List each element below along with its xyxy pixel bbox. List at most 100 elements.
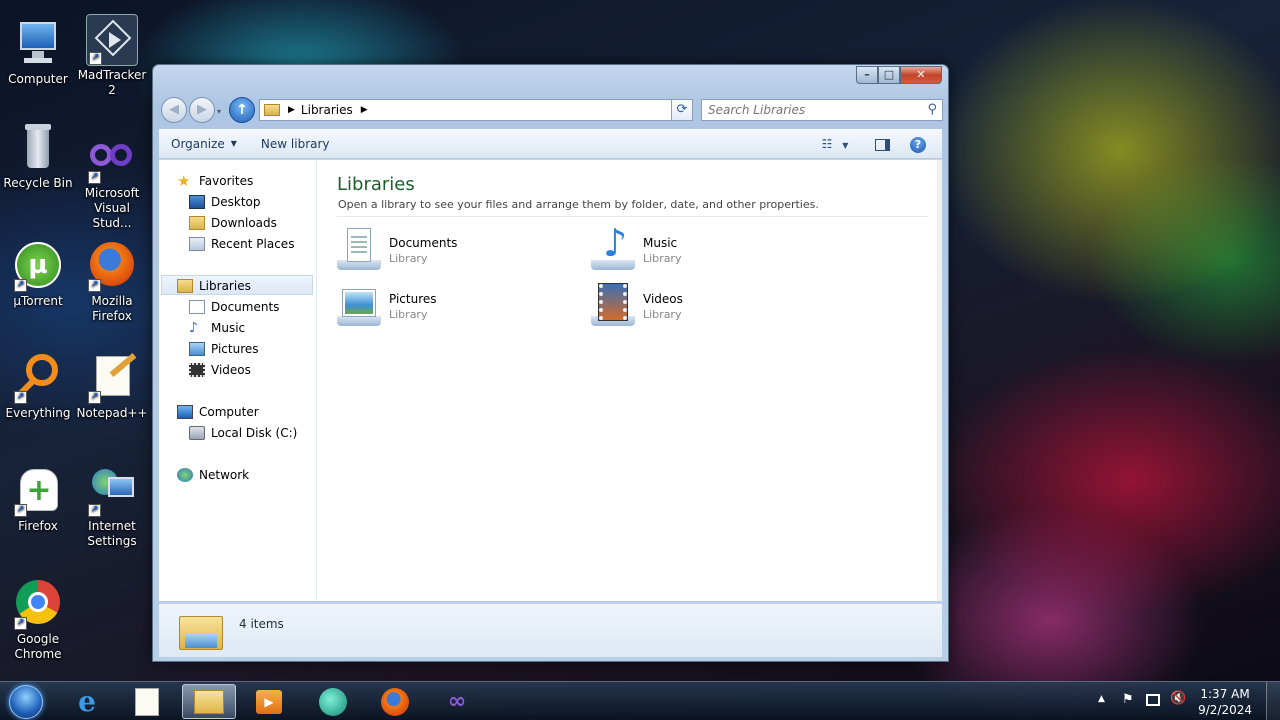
search-icon[interactable]: ⚲ bbox=[927, 102, 937, 117]
desktop-icon-madtracker[interactable]: ↗ MadTracker 2 bbox=[74, 14, 150, 104]
new-library-button[interactable]: New library bbox=[249, 129, 342, 158]
breadcrumb-separator-icon[interactable]: ▶ bbox=[361, 105, 368, 115]
close-button[interactable]: ✕ bbox=[900, 66, 942, 84]
clock-date: 9/2/2024 bbox=[1198, 703, 1252, 717]
documents-icon bbox=[189, 300, 205, 314]
address-row: ◀ ▶ ▾ ↑ ▶ Libraries ▶ ▼ ⟳ ⚲ bbox=[159, 95, 943, 127]
desktop-icon-utorrent[interactable]: µ ↗ µTorrent bbox=[0, 240, 76, 309]
computer-icon bbox=[177, 405, 193, 419]
taskbar-windows-explorer[interactable] bbox=[182, 684, 236, 719]
everything-search-icon: ↗ bbox=[12, 352, 64, 404]
shortcut-arrow-icon: ↗ bbox=[88, 279, 101, 292]
search-input[interactable] bbox=[708, 103, 908, 117]
desktop-icon-notepad-plus-plus[interactable]: ↗ Notepad++ bbox=[74, 352, 150, 421]
search-box[interactable]: ⚲ bbox=[701, 99, 943, 121]
content-pane: Libraries Open a library to see your fil… bbox=[317, 160, 942, 601]
refresh-button[interactable]: ⟳ bbox=[671, 99, 693, 121]
organize-button[interactable]: Organize ▼ bbox=[159, 129, 249, 158]
nav-item-favorites[interactable]: ★ Favorites bbox=[177, 171, 253, 191]
nav-item-documents[interactable]: Documents bbox=[189, 297, 279, 317]
shortcut-arrow-icon: ↗ bbox=[88, 504, 101, 517]
music-note-icon: ♪ bbox=[189, 320, 198, 336]
show-hidden-icons-icon[interactable]: ▲ bbox=[1098, 694, 1105, 704]
shortcut-arrow-icon: ↗ bbox=[14, 504, 27, 517]
desktop-icon-google-chrome[interactable]: ↗ Google Chrome bbox=[0, 578, 76, 662]
desktop-icon-label: µTorrent bbox=[13, 294, 63, 308]
nav-item-computer[interactable]: Computer bbox=[177, 402, 259, 422]
documents-library-icon bbox=[335, 226, 383, 274]
taskbar-notepad[interactable] bbox=[120, 684, 174, 719]
page-title: Libraries bbox=[337, 174, 415, 195]
details-pane: 4 items bbox=[159, 603, 942, 657]
visual-studio-icon: ∞ bbox=[447, 689, 467, 714]
recycle-bin-icon bbox=[12, 122, 64, 174]
forward-button[interactable]: ▶ bbox=[189, 97, 215, 123]
minimize-button[interactable]: – bbox=[856, 66, 878, 84]
nav-label: Computer bbox=[199, 405, 259, 419]
madtracker-icon: ↗ bbox=[86, 14, 138, 66]
nav-item-videos[interactable]: Videos bbox=[189, 360, 251, 380]
system-tray: ▲ ⚑ 🔇 1:37 AM 9/2/2024 bbox=[1090, 682, 1280, 720]
desktop-icon-mozilla-firefox[interactable]: ↗ Mozilla Firefox bbox=[74, 240, 150, 324]
start-button[interactable] bbox=[4, 682, 48, 720]
maximize-button[interactable]: □ bbox=[878, 66, 900, 84]
nav-item-pictures[interactable]: Pictures bbox=[189, 339, 259, 359]
header-divider bbox=[337, 216, 928, 217]
notepad-icon bbox=[135, 687, 159, 716]
libraries-icon bbox=[177, 279, 193, 293]
nav-label: Downloads bbox=[211, 216, 277, 230]
breadcrumb-separator-icon: ▶ bbox=[288, 105, 295, 115]
back-button[interactable]: ◀ bbox=[161, 97, 187, 123]
nav-item-network[interactable]: Network bbox=[177, 465, 249, 485]
nav-item-desktop[interactable]: Desktop bbox=[189, 192, 261, 212]
nav-item-recent-places[interactable]: Recent Places bbox=[189, 234, 294, 254]
library-item-documents[interactable]: Documents Library bbox=[335, 226, 565, 278]
breadcrumb-libraries[interactable]: Libraries bbox=[301, 103, 353, 117]
show-desktop-button[interactable] bbox=[1266, 682, 1280, 720]
nav-item-local-disk[interactable]: Local Disk (C:) bbox=[189, 423, 297, 443]
help-button[interactable]: ? bbox=[907, 134, 929, 154]
shortcut-arrow-icon: ↗ bbox=[14, 279, 27, 292]
volume-muted-icon[interactable]: 🔇 bbox=[1170, 691, 1186, 706]
library-name: Videos bbox=[643, 292, 683, 306]
library-type: Library bbox=[643, 308, 682, 321]
taskbar-visual-studio[interactable]: ∞ bbox=[430, 684, 484, 719]
nav-item-music[interactable]: ♪ Music bbox=[189, 318, 245, 338]
command-toolbar: Organize ▼ New library ☷ ▼ ? bbox=[159, 129, 942, 159]
taskbar-internet-explorer[interactable]: e bbox=[60, 684, 114, 719]
recent-pages-dropdown-icon[interactable]: ▾ bbox=[217, 107, 221, 116]
taskbar-firefox[interactable] bbox=[368, 684, 422, 719]
up-button[interactable]: ↑ bbox=[229, 97, 255, 123]
nav-item-libraries[interactable]: Libraries bbox=[177, 276, 251, 296]
network-tray-icon[interactable] bbox=[1146, 694, 1160, 706]
taskbar-media-player[interactable]: ▶ bbox=[242, 684, 296, 719]
recent-places-icon bbox=[189, 237, 205, 251]
libraries-folder-icon bbox=[264, 104, 280, 116]
action-center-flag-icon[interactable]: ⚑ bbox=[1122, 692, 1134, 707]
clock[interactable]: 1:37 AM 9/2/2024 bbox=[1198, 686, 1252, 718]
desktop-icon-everything[interactable]: ↗ Everything bbox=[0, 352, 76, 421]
view-icon: ☷ bbox=[821, 137, 833, 151]
desktop-icon-firefox[interactable]: + ↗ Firefox bbox=[0, 465, 76, 534]
library-item-music[interactable]: ♪ Music Library bbox=[589, 224, 819, 278]
view-options-button[interactable]: ☷ ▼ bbox=[817, 134, 853, 154]
desktop-icon-computer[interactable]: Computer bbox=[0, 18, 76, 87]
library-item-videos[interactable]: Videos Library bbox=[589, 282, 819, 334]
hard-disk-icon bbox=[189, 426, 205, 440]
desktop-icon-internet-settings[interactable]: ↗ Internet Settings bbox=[74, 465, 150, 549]
address-bar[interactable]: ▶ Libraries ▶ ▼ bbox=[259, 99, 691, 121]
desktop-icon-visual-studio[interactable]: ↗ Microsoft Visual Stud... bbox=[74, 132, 150, 231]
film-strip-icon bbox=[189, 363, 205, 377]
desktop-icon-label: Internet Settings bbox=[87, 519, 137, 548]
taskbar-app-teal[interactable] bbox=[306, 684, 360, 719]
computer-icon bbox=[12, 18, 64, 70]
shortcut-arrow-icon: ↗ bbox=[14, 617, 27, 630]
desktop-icon-label: Computer bbox=[8, 72, 68, 86]
preview-pane-button[interactable] bbox=[871, 134, 893, 154]
desktop-icon-recycle-bin[interactable]: Recycle Bin bbox=[0, 122, 76, 191]
pictures-library-icon bbox=[335, 282, 383, 330]
nav-item-downloads[interactable]: Downloads bbox=[189, 213, 277, 233]
green-plus-icon: + ↗ bbox=[12, 465, 64, 517]
nav-label: Local Disk (C:) bbox=[211, 426, 298, 440]
library-item-pictures[interactable]: Pictures Library bbox=[335, 282, 565, 334]
